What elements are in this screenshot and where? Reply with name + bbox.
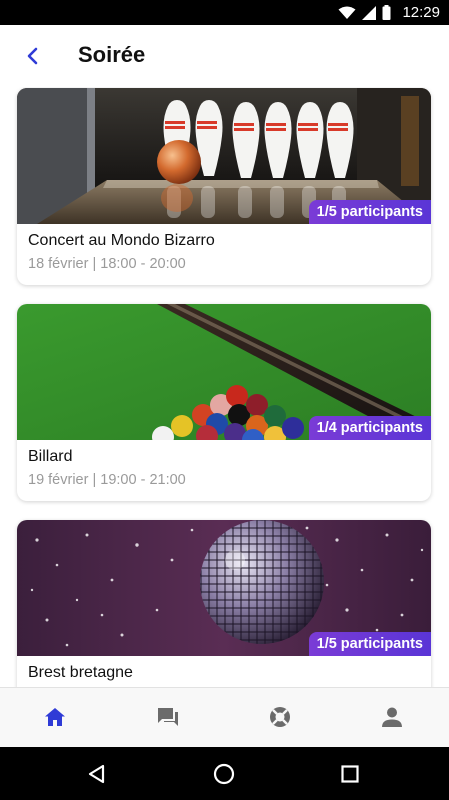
nav-chat-button[interactable] [153,702,183,732]
system-recents-button[interactable] [337,761,363,787]
disco-ball-image: 1/5 participants [17,520,431,656]
event-title: Concert au Mondo Bizarro [28,232,215,249]
event-card[interactable]: 1/5 participants Concert au Mondo Bizarr… [17,88,431,285]
battery-icon [382,5,391,20]
event-date-time: 18 février | 18:00 - 20:00 [28,256,186,272]
participants-badge: 1/4 participants [308,416,431,440]
event-card[interactable]: 1/4 participants Billard 19 février | 19… [17,304,431,501]
system-navigation-bar [0,747,449,800]
system-back-button[interactable] [84,761,110,787]
signal-icon [362,5,376,20]
recents-square-icon [341,765,359,783]
back-button[interactable] [20,43,46,69]
status-bar: 12:29 [0,0,449,25]
app-bar: Soirée [0,25,449,87]
event-date-time: 19 février | 19:00 - 21:00 [28,472,186,488]
nav-profile-button[interactable] [377,702,407,732]
nav-home-button[interactable] [40,702,70,732]
bowling-image: 1/5 participants [17,88,431,224]
home-circle-icon [213,763,235,785]
event-title: Billard [28,448,73,465]
profile-icon [382,707,402,727]
chevron-left-icon [27,47,38,65]
back-triangle-icon [88,764,105,784]
bottom-navigation [0,687,449,747]
system-home-button[interactable] [211,761,237,787]
status-icons [338,5,391,20]
participants-badge: 1/5 participants [308,632,431,656]
wifi-icon [338,6,356,19]
page-title: Soirée [78,42,146,67]
help-icon [270,707,290,727]
event-list: 1/5 participants Concert au Mondo Bizarr… [0,87,449,687]
chat-icon [158,708,178,726]
nav-help-button[interactable] [265,702,295,732]
event-card[interactable]: 1/5 participants Brest bretagne [17,520,431,687]
participants-badge: 1/5 participants [308,200,431,224]
status-time: 12:29 [402,4,440,21]
home-icon [45,708,65,726]
billiards-image: 1/4 participants [17,304,431,440]
event-title: Brest bretagne [28,664,133,681]
